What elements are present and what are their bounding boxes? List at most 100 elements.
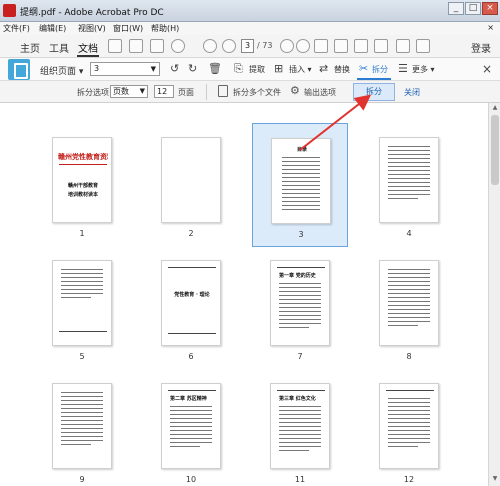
page-up-icon[interactable]	[203, 39, 217, 53]
rotate-ccw-icon[interactable]: ↺	[170, 62, 179, 75]
email-icon[interactable]	[150, 39, 164, 53]
menu-view[interactable]: 视图(V)	[78, 23, 106, 34]
text-line	[170, 438, 212, 439]
toc-line	[282, 197, 320, 198]
page-number: 2	[188, 229, 194, 238]
menu-file[interactable]: 文件(F)	[3, 23, 30, 34]
cover-subtitle: 赣州干部教育	[67, 183, 98, 189]
page-number-input[interactable]: 3	[241, 39, 254, 53]
split-tool-button[interactable]: 拆分	[372, 64, 388, 75]
text-line	[170, 442, 212, 443]
page-thumbnail[interactable]: 赣州党性教育资料 赣州干部教育 培训教材读本 1	[34, 123, 130, 247]
close-split-link[interactable]: 关闭	[404, 87, 420, 98]
page-thumbnail[interactable]: 第三章 红色文化 11	[252, 369, 348, 486]
text-line	[61, 396, 103, 397]
cover-subtitle: 培训教材读本	[67, 192, 98, 198]
split-mode-select[interactable]: 页数 ▼	[110, 85, 148, 98]
login-link[interactable]: 登录	[471, 40, 491, 55]
text-line	[279, 287, 321, 288]
screen-icon[interactable]	[396, 39, 410, 53]
scroll-up-icon[interactable]: ▲	[490, 104, 500, 114]
output-options-button[interactable]: 输出选项	[304, 87, 336, 98]
rotate-cw-icon[interactable]: ↻	[188, 62, 197, 75]
tab-home[interactable]: 主页	[20, 40, 40, 55]
rotate-left-icon[interactable]	[280, 39, 294, 53]
text-line	[279, 283, 321, 284]
menu-help[interactable]: 帮助(H)	[151, 23, 179, 34]
print-icon[interactable]	[129, 39, 143, 53]
page-thumbnail[interactable]: 4	[361, 123, 457, 247]
page-thumbnail-selected[interactable]: 目录 3	[252, 123, 348, 247]
pages-count-input[interactable]: 12	[154, 85, 174, 98]
page-number: 11	[294, 475, 306, 484]
replace-icon[interactable]: ⇄	[319, 62, 328, 75]
text-line	[279, 323, 321, 324]
page-number: 5	[79, 352, 85, 361]
active-tab-indicator	[77, 55, 99, 57]
more-icon[interactable]: ☰	[398, 62, 408, 75]
page-thumbnail[interactable]: 5	[34, 246, 130, 370]
search-icon[interactable]	[171, 39, 185, 53]
scroll-down-icon[interactable]: ▼	[490, 475, 500, 485]
split-button[interactable]: 拆分	[353, 83, 395, 101]
page-down-icon[interactable]	[222, 39, 236, 53]
gear-icon: ⚙	[290, 84, 300, 97]
split-multiple-files-button[interactable]: 拆分多个文件	[233, 87, 281, 98]
toc-line	[282, 181, 320, 182]
page-thumbnail[interactable]: 12	[361, 369, 457, 486]
page-preview	[52, 260, 112, 346]
window-controls: _ □ ×	[448, 2, 498, 15]
cover-rule	[59, 164, 107, 165]
toc-line	[282, 161, 320, 162]
page-range-select[interactable]: 3 ▼	[90, 62, 160, 76]
menu-window[interactable]: 窗口(W)	[113, 23, 143, 34]
text-line	[61, 400, 103, 401]
text-line	[279, 295, 321, 296]
two-page-icon[interactable]	[374, 39, 388, 53]
text-line	[279, 327, 309, 328]
text-line	[279, 418, 321, 419]
menu-edit[interactable]: 编辑(E)	[39, 23, 66, 34]
more-button[interactable]: 更多 ▾	[412, 64, 435, 75]
text-line	[61, 297, 91, 298]
close-organize-button[interactable]: ×	[482, 62, 492, 76]
text-line	[61, 444, 91, 445]
page-thumbnail[interactable]: 党性教育 · 理论 6	[143, 246, 239, 370]
insert-icon[interactable]: ⊞	[274, 62, 283, 75]
save-icon[interactable]	[108, 39, 122, 53]
delete-icon[interactable]: 🗑	[208, 62, 222, 75]
extract-button[interactable]: 提取	[249, 64, 265, 75]
close-window-button[interactable]: ×	[482, 2, 498, 15]
extract-icon[interactable]: ⎘	[234, 62, 243, 76]
insert-button[interactable]: 插入 ▾	[289, 64, 312, 75]
text-line	[279, 319, 321, 320]
toc-line	[282, 165, 320, 166]
scissors-icon[interactable]: ✂	[359, 62, 368, 75]
organize-pages-icon[interactable]	[8, 59, 30, 80]
header-rule	[168, 267, 216, 268]
page-thumbnail[interactable]: 第一章 党的历史 7	[252, 246, 348, 370]
crop-icon[interactable]	[314, 39, 328, 53]
organize-title[interactable]: 组织页面 ▾	[40, 64, 83, 77]
replace-button[interactable]: 替换	[334, 64, 350, 75]
scroll-thumb[interactable]	[491, 115, 499, 185]
maximize-button[interactable]: □	[465, 2, 481, 15]
rotate-right-icon[interactable]	[296, 39, 310, 53]
tab-tools[interactable]: 工具	[49, 40, 69, 55]
scroll-mode-icon[interactable]	[416, 39, 430, 53]
close-document-button[interactable]: ×	[487, 23, 494, 32]
header-rule	[277, 390, 325, 391]
minimize-button[interactable]: _	[448, 2, 464, 15]
page-thumbnail[interactable]: 第二章 苏区精神 10	[143, 369, 239, 486]
page-thumbnail[interactable]: 9	[34, 369, 130, 486]
compare-icon[interactable]	[354, 39, 368, 53]
page-preview: 党性教育 · 理论	[161, 260, 221, 346]
toc-line	[282, 189, 320, 190]
vertical-scrollbar[interactable]: ▲ ▼	[488, 103, 500, 486]
page-thumbnail[interactable]: 8	[361, 246, 457, 370]
text-line	[170, 422, 212, 423]
page-number: 1	[79, 229, 85, 238]
page-icon[interactable]	[334, 39, 348, 53]
page-thumbnail[interactable]: 2	[143, 123, 239, 247]
tab-document[interactable]: 文档	[78, 40, 98, 55]
